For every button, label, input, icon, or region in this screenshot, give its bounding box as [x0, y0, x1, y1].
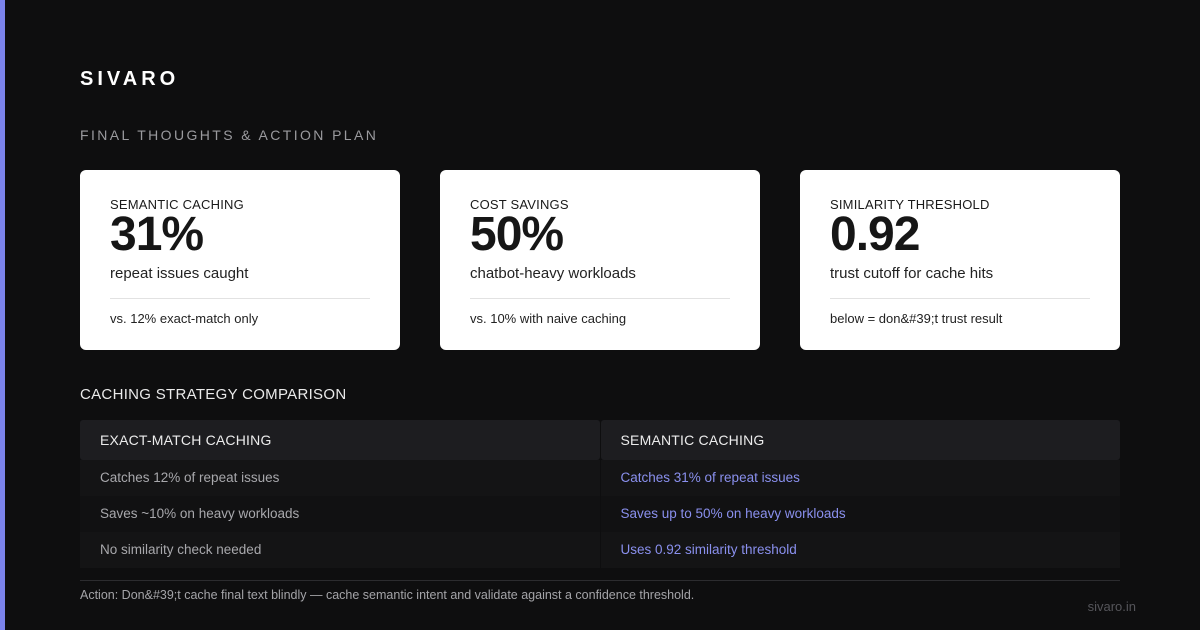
stat-card-note: vs. 12% exact-match only — [110, 311, 259, 326]
page-subtitle: FINAL THOUGHTS & ACTION PLAN — [80, 127, 379, 143]
table-row: Saves up to 50% on heavy workloads — [600, 496, 1120, 532]
site-domain: sivaro.in — [1087, 599, 1136, 614]
stat-card-divider — [830, 298, 1090, 299]
stat-card-note: below = don&#39;t trust result — [830, 311, 1003, 326]
stat-card-caption: trust cutoff for cache hits — [830, 265, 994, 282]
stat-card-semantic-caching: SEMANTIC CACHING 31% repeat issues caugh… — [80, 170, 400, 350]
table-row: No similarity check needed — [80, 532, 600, 568]
stat-card-caption: chatbot-heavy workloads — [470, 265, 636, 282]
footer-divider — [80, 580, 1120, 581]
stat-card-note: vs. 10% with naive caching — [470, 311, 627, 326]
column-header: EXACT-MATCH CACHING — [80, 420, 600, 460]
brand-logo-text: SIVARO — [80, 68, 180, 90]
stat-card-divider — [470, 298, 730, 299]
stat-card-caption: repeat issues caught — [110, 265, 249, 282]
comparison-title: CACHING STRATEGY COMPARISON — [80, 386, 347, 403]
stat-card-divider — [110, 298, 370, 299]
table-row: Catches 12% of repeat issues — [80, 460, 600, 496]
action-statement: Action: Don&#39;t cache final text blind… — [80, 588, 695, 602]
stat-card-cost-savings: COST SAVINGS 50% chatbot-heavy workloads… — [440, 170, 760, 350]
table-row: Saves ~10% on heavy workloads — [80, 496, 600, 532]
semantic-column: SEMANTIC CACHING Catches 31% of repeat i… — [600, 420, 1120, 568]
stat-cards: SEMANTIC CACHING 31% repeat issues caugh… — [80, 170, 1120, 350]
stat-card-value: 31% — [110, 208, 204, 261]
stat-card-value: 50% — [470, 208, 564, 261]
exact-match-column: EXACT-MATCH CACHING Catches 12% of repea… — [80, 420, 600, 568]
table-row: Uses 0.92 similarity threshold — [600, 532, 1120, 568]
stat-card-similarity-threshold: SIMILARITY THRESHOLD 0.92 trust cutoff f… — [800, 170, 1120, 350]
stat-card-value: 0.92 — [830, 208, 920, 261]
accent-bar — [0, 0, 5, 630]
table-row: Catches 31% of repeat issues — [600, 460, 1120, 496]
column-header: SEMANTIC CACHING — [600, 420, 1120, 460]
comparison-table: EXACT-MATCH CACHING Catches 12% of repea… — [80, 420, 1120, 568]
